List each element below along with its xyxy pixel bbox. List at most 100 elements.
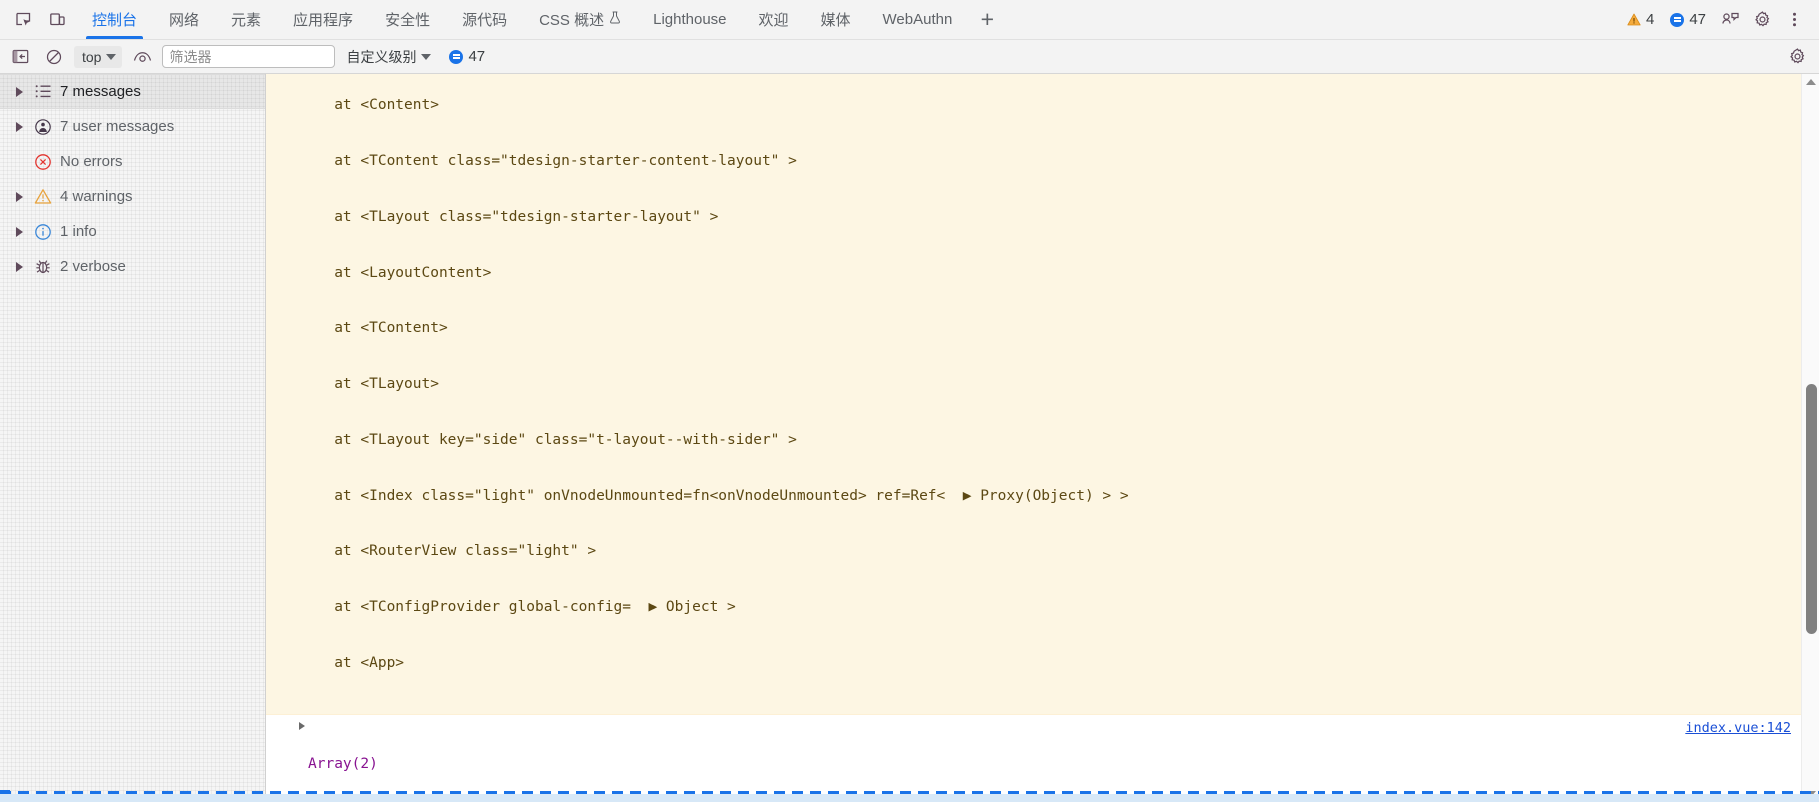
tab-elements[interactable]: 元素 bbox=[215, 0, 277, 39]
chevron-right-icon[interactable] bbox=[12, 120, 26, 134]
flask-icon bbox=[609, 11, 621, 28]
tab-network[interactable]: 网络 bbox=[153, 0, 215, 39]
log-level-selector[interactable]: 自定义级别 bbox=[341, 45, 436, 69]
stack-line: at <TConfigProvider global-config= ▶ Obj… bbox=[308, 599, 736, 616]
bug-icon bbox=[32, 256, 54, 278]
stack-line: at <TContent class="tdesign-starter-cont… bbox=[308, 152, 797, 169]
sidebar-item-label: 7 messages bbox=[60, 83, 141, 100]
chevron-down-icon bbox=[106, 53, 117, 60]
tabbar-right-controls: 4 47 bbox=[1620, 0, 1819, 39]
info-icon bbox=[32, 221, 54, 243]
tab-label: 应用程序 bbox=[293, 12, 354, 29]
warning-icon bbox=[1627, 13, 1641, 26]
stack-line: at <TLayout key="side" class="t-layout--… bbox=[308, 431, 797, 448]
inspect-element-icon[interactable] bbox=[8, 6, 38, 34]
devices-icon[interactable] bbox=[1715, 6, 1745, 34]
list-icon bbox=[32, 81, 54, 103]
tab-application[interactable]: 应用程序 bbox=[277, 0, 369, 39]
tab-label: CSS 概述 bbox=[539, 12, 605, 29]
chevron-right-icon[interactable] bbox=[12, 225, 26, 239]
drawer-grab-handle[interactable] bbox=[0, 790, 10, 794]
console-sidebar: 7 messages 7 user messages No errors 4 w… bbox=[0, 74, 266, 802]
tab-security[interactable]: 安全性 bbox=[369, 0, 446, 39]
message-bubble-icon bbox=[1670, 12, 1685, 27]
console-sidebar-toggle-icon[interactable] bbox=[6, 44, 34, 70]
search-input[interactable] bbox=[162, 45, 336, 68]
tab-css-overview[interactable]: CSS 概述 bbox=[523, 0, 637, 39]
warning-counter[interactable]: 4 bbox=[1620, 6, 1661, 34]
tab-label: 元素 bbox=[231, 12, 262, 29]
tab-webauthn[interactable]: WebAuthn bbox=[867, 0, 969, 39]
console-scroll-viewport: at <Content> at <TContent class="tdesign… bbox=[266, 74, 1801, 802]
filterbar-message-count-label: 47 bbox=[468, 48, 486, 65]
source-link[interactable]: index.vue:142 bbox=[1685, 719, 1791, 738]
sidebar-item-label: 7 user messages bbox=[60, 118, 175, 135]
chevron-right-icon[interactable] bbox=[12, 85, 26, 99]
sidebar-item-user-messages[interactable]: 7 user messages bbox=[0, 109, 265, 144]
execution-context-selector[interactable]: top bbox=[74, 45, 123, 68]
console-settings-gear-icon[interactable] bbox=[1783, 44, 1811, 70]
tab-label: Lighthouse bbox=[653, 11, 727, 28]
chevron-down-icon bbox=[421, 53, 432, 60]
tab-label: 源代码 bbox=[462, 12, 508, 29]
live-expression-icon[interactable] bbox=[128, 44, 156, 70]
sidebar-item-verbose[interactable]: 2 verbose bbox=[0, 249, 265, 284]
tab-media[interactable]: 媒体 bbox=[805, 0, 867, 39]
tab-label: WebAuthn bbox=[882, 11, 953, 28]
user-message-icon bbox=[32, 116, 54, 138]
sidebar-item-info[interactable]: 1 info bbox=[0, 214, 265, 249]
stack-line: at <TLayout class="tdesign-starter-layou… bbox=[308, 208, 719, 225]
add-tab-button[interactable]: + bbox=[968, 0, 1006, 39]
message-counter[interactable]: 47 bbox=[1663, 6, 1713, 34]
drawer-strip bbox=[0, 794, 1819, 802]
scrollbar-thumb[interactable] bbox=[1806, 384, 1817, 634]
warning-icon bbox=[32, 186, 54, 208]
log-level-label: 自定义级别 bbox=[346, 48, 417, 65]
tab-label: 网络 bbox=[169, 12, 200, 29]
console-message-warning[interactable]: at <Content> at <TContent class="tdesign… bbox=[266, 74, 1801, 715]
warning-count-label: 4 bbox=[1645, 11, 1655, 28]
message-count-label: 47 bbox=[1689, 11, 1706, 28]
console-message-log[interactable]: Array(2) index.vue:142 bbox=[266, 714, 1801, 802]
error-icon bbox=[32, 151, 54, 173]
sidebar-item-label: 2 verbose bbox=[60, 258, 126, 275]
devtools-window: 控制台 网络 元素 应用程序 安全性 源代码 CSS 概述 Lighthouse… bbox=[0, 0, 1819, 802]
sidebar-item-warnings[interactable]: 4 warnings bbox=[0, 179, 265, 214]
clear-console-icon[interactable] bbox=[40, 44, 68, 70]
settings-gear-icon[interactable] bbox=[1747, 6, 1777, 34]
sidebar-item-messages[interactable]: 7 messages bbox=[0, 74, 265, 109]
message-disclosure[interactable] bbox=[296, 718, 308, 730]
vertical-scrollbar[interactable] bbox=[1801, 74, 1819, 802]
console-message-list[interactable]: at <Content> at <TContent class="tdesign… bbox=[266, 74, 1819, 802]
execution-context-label: top bbox=[82, 48, 102, 65]
tab-label: 欢迎 bbox=[758, 12, 789, 29]
tab-welcome[interactable]: 欢迎 bbox=[743, 0, 805, 39]
tab-console[interactable]: 控制台 bbox=[76, 0, 153, 39]
tab-sources[interactable]: 源代码 bbox=[446, 0, 523, 39]
more-options-icon[interactable] bbox=[1779, 6, 1809, 34]
stack-line: at <TLayout> bbox=[308, 376, 439, 393]
console-body: 7 messages 7 user messages No errors 4 w… bbox=[0, 74, 1819, 802]
device-toolbar-icon[interactable] bbox=[42, 6, 72, 34]
devtools-tabs: 控制台 网络 元素 应用程序 安全性 源代码 CSS 概述 Lighthouse… bbox=[76, 0, 1620, 39]
tab-label: 媒体 bbox=[820, 12, 851, 29]
message-bubble-icon bbox=[449, 49, 464, 64]
stack-line: at <Index class="light" onVnodeUnmounted… bbox=[308, 487, 1129, 504]
tab-label: 安全性 bbox=[385, 12, 431, 29]
devtools-tabbar: 控制台 网络 元素 应用程序 安全性 源代码 CSS 概述 Lighthouse… bbox=[0, 0, 1819, 40]
chevron-right-icon[interactable] bbox=[12, 260, 26, 274]
stack-line: at <Content> bbox=[308, 97, 439, 114]
scroll-up-arrow[interactable] bbox=[1802, 74, 1819, 90]
chevron-right-icon[interactable] bbox=[12, 190, 26, 204]
message-content: at <Content> at <TContent class="tdesign… bbox=[308, 74, 1801, 710]
tabbar-left-icons bbox=[0, 0, 76, 39]
sidebar-item-errors[interactable]: No errors bbox=[0, 144, 265, 179]
stack-line: at <App> bbox=[308, 655, 405, 671]
drawer-resize-handle[interactable] bbox=[0, 791, 1819, 794]
array-preview[interactable]: Array(2) bbox=[308, 755, 1581, 774]
tab-lighthouse[interactable]: Lighthouse bbox=[637, 0, 742, 39]
filterbar-message-counter[interactable]: 47 bbox=[442, 43, 492, 71]
message-gutter bbox=[266, 718, 296, 720]
tab-label: 控制台 bbox=[92, 12, 138, 29]
sidebar-item-label: 4 warnings bbox=[60, 188, 133, 205]
